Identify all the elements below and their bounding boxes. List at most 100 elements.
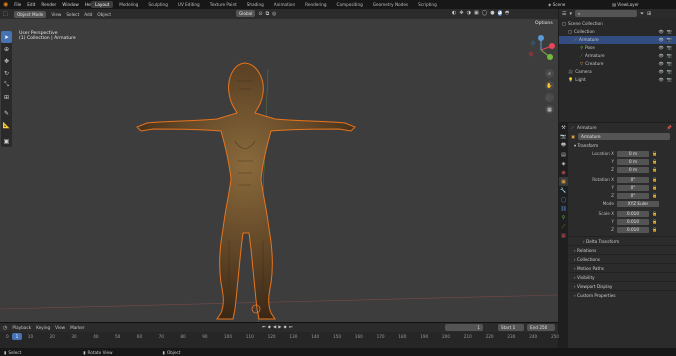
timeline-editor-icon[interactable]: ◷ <box>3 325 7 331</box>
menu-timeline-view[interactable]: View <box>55 325 65 330</box>
object-tab-icon[interactable]: ▣ <box>559 177 568 186</box>
tab-texture-paint[interactable]: Texture Paint <box>206 1 241 8</box>
tab-scripting[interactable]: Scripting <box>414 1 441 8</box>
view-layer-tab-icon[interactable]: ▤ <box>559 150 568 159</box>
panel-relations[interactable]: › Relations <box>569 245 676 254</box>
modifier-tab-icon[interactable]: 🔧 <box>559 186 568 195</box>
filter-icon[interactable]: ⏷ <box>640 11 644 17</box>
location-y-field[interactable]: 0 m <box>617 158 649 165</box>
eye-icon[interactable]: 👁 <box>658 68 663 76</box>
tab-compositing[interactable]: Compositing <box>333 1 367 8</box>
blender-logo-icon[interactable]: ◉ <box>3 1 8 8</box>
render-visibility-icon[interactable]: 📷 <box>667 68 672 76</box>
panel-visibility[interactable]: › Visibility <box>569 272 676 281</box>
eye-icon[interactable]: 👁 <box>658 36 663 44</box>
eye-icon[interactable]: 👁 <box>658 60 663 68</box>
tab-layout[interactable]: Layout <box>91 1 114 8</box>
lock-icon[interactable]: 🔓 <box>652 219 657 225</box>
end-frame-field[interactable]: End 250 <box>527 324 555 331</box>
location-x-field[interactable]: 0 m <box>617 150 649 157</box>
object-name-field[interactable]: Armature <box>577 132 670 140</box>
eye-icon[interactable]: 👁 <box>658 44 663 52</box>
next-key-icon[interactable]: ◆ <box>283 324 286 329</box>
outliner-row[interactable]: ▽ Creature 👁 📷 <box>559 60 676 68</box>
current-frame-field[interactable]: 1 <box>445 324 483 331</box>
bone-tab-icon[interactable]: ⟋ <box>559 222 568 231</box>
physics-tab-icon[interactable]: ◯ <box>559 195 568 204</box>
tool-tab-icon[interactable]: ⚒ <box>559 123 568 132</box>
lock-icon[interactable]: 🔓 <box>652 167 657 173</box>
render-visibility-icon[interactable]: 📷 <box>667 36 672 44</box>
render-visibility-icon[interactable]: 📷 <box>667 52 672 60</box>
texture-tab-icon[interactable]: ▦ <box>559 231 568 240</box>
menu-marker[interactable]: Marker <box>70 325 84 330</box>
render-visibility-icon[interactable]: 📷 <box>667 44 672 52</box>
panel-viewport-display[interactable]: › Viewport Display <box>569 281 676 290</box>
tab-animation[interactable]: Animation <box>270 1 299 8</box>
menu-keying[interactable]: Keying <box>36 325 50 330</box>
rotation-x-field[interactable]: 0° <box>617 176 649 183</box>
outliner-row[interactable]: ⟋ Armature 👁 📷 <box>559 52 676 60</box>
pin-icon[interactable]: 📌 <box>667 125 672 131</box>
scale-x-field[interactable]: 0.010 <box>617 210 649 217</box>
playhead[interactable]: 1 <box>12 333 22 340</box>
panel-motion-paths[interactable]: › Motion Paths <box>569 263 676 272</box>
data-tab-icon[interactable]: ⚲ <box>559 213 568 222</box>
rotation-mode-dropdown[interactable]: XYZ Euler <box>617 200 659 207</box>
outliner-editor-icon[interactable]: ☰ <box>562 11 566 17</box>
tab-modeling[interactable]: Modeling <box>115 1 142 8</box>
tab-uv-editing[interactable]: UV Editing <box>174 1 204 8</box>
tab-sculpting[interactable]: Sculpting <box>144 1 172 8</box>
outliner-row[interactable]: ▢ Collection 👁 📷 <box>559 28 676 36</box>
lock-icon[interactable]: 🔓 <box>652 227 657 233</box>
lock-icon[interactable]: 🔓 <box>652 193 657 199</box>
transform-panel-header[interactable]: ▾ Transform <box>569 142 676 150</box>
prev-key-icon[interactable]: ◆ <box>268 324 271 329</box>
scale-y-field[interactable]: 0.010 <box>617 218 649 225</box>
tab-geometry-nodes[interactable]: Geometry Nodes <box>369 1 412 8</box>
outliner-row[interactable]: ▢ Scene Collection <box>559 20 676 28</box>
scale-z-field[interactable]: 0.010 <box>617 226 649 233</box>
outliner-row[interactable]: 💡 Light 👁 📷 <box>559 76 676 84</box>
scene-selector[interactable]: ◈ Scene <box>548 1 565 8</box>
panel-custom-properties[interactable]: › Custom Properties <box>569 290 676 299</box>
jump-start-icon[interactable]: ⏮ <box>262 324 266 329</box>
creature-mesh[interactable] <box>125 61 365 322</box>
outliner-row[interactable]: ⚲ Pose 👁 📷 <box>559 44 676 52</box>
frame-ruler[interactable]: 0 10 20 30 40 50 60 70 80 90 100 110 120 130 140 150 160… <box>0 333 559 341</box>
menu-edit[interactable]: Edit <box>27 2 35 7</box>
eye-icon[interactable]: 👁 <box>658 76 663 84</box>
menu-playback[interactable]: Playback <box>12 325 31 330</box>
rotation-z-field[interactable]: 0° <box>617 192 649 199</box>
outliner-row[interactable]: 🎥 Camera 👁 📷 <box>559 68 676 76</box>
lock-icon[interactable]: 🔓 <box>652 211 657 217</box>
display-mode-icon[interactable]: ▾ <box>569 11 572 17</box>
panel-collections[interactable]: › Collections <box>569 254 676 263</box>
render-tab-icon[interactable]: 📷 <box>559 132 568 141</box>
render-visibility-icon[interactable]: 📷 <box>667 76 672 84</box>
rotation-y-field[interactable]: 0° <box>617 184 649 191</box>
render-visibility-icon[interactable]: 📷 <box>667 60 672 68</box>
lock-icon[interactable]: 🔓 <box>652 185 657 191</box>
new-collection-icon[interactable]: ⊞ <box>647 11 651 17</box>
world-tab-icon[interactable]: ◉ <box>559 168 568 177</box>
outliner-row[interactable]: ⟋ Armature 👁 📷 <box>559 36 676 44</box>
location-z-field[interactable]: 0 m <box>617 166 649 173</box>
tab-rendering[interactable]: Rendering <box>301 1 330 8</box>
start-frame-field[interactable]: Start 1 <box>498 324 524 331</box>
eye-icon[interactable]: 👁 <box>658 28 663 36</box>
lock-icon[interactable]: 🔓 <box>652 177 657 183</box>
lock-icon[interactable]: 🔓 <box>652 159 657 165</box>
panel-delta-transform[interactable]: › Delta Transform <box>569 236 676 245</box>
3d-viewport[interactable]: ⬚ Object Mode View Select Add Object Glo… <box>0 9 558 322</box>
menu-file[interactable]: File <box>14 2 21 7</box>
tab-shading[interactable]: Shading <box>243 1 268 8</box>
jump-end-icon[interactable]: ⏭ <box>289 324 293 329</box>
render-visibility-icon[interactable]: 📷 <box>667 28 672 36</box>
scene-tab-icon[interactable]: ◈ <box>559 159 568 168</box>
constraint-tab-icon[interactable]: ⛓ <box>559 204 568 213</box>
view-layer-selector[interactable]: ▤ ViewLayer <box>612 1 639 8</box>
output-tab-icon[interactable]: 🖶 <box>559 141 568 150</box>
menu-window[interactable]: Window <box>62 2 79 7</box>
outliner-search-input[interactable]: ⌕ <box>575 10 637 17</box>
